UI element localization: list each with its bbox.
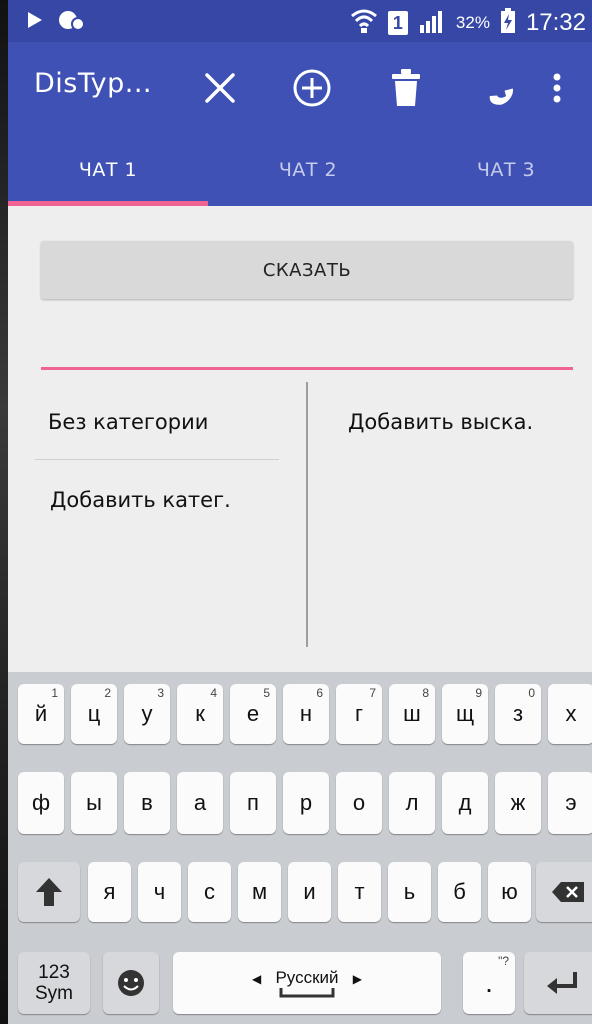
- key-д[interactable]: д: [442, 772, 488, 834]
- accent-divider: [41, 367, 573, 370]
- key-с[interactable]: с: [188, 862, 231, 922]
- tab-chat-1[interactable]: ЧАТ 1: [8, 134, 208, 206]
- key-ю[interactable]: ю: [488, 862, 531, 922]
- key-й[interactable]: й1: [18, 684, 64, 744]
- key-к[interactable]: к4: [177, 684, 223, 744]
- battery-charging-icon: [500, 8, 516, 38]
- key-ы[interactable]: ы: [71, 772, 117, 834]
- signal-icon: [418, 9, 446, 37]
- key-в[interactable]: в: [124, 772, 170, 834]
- trash-icon[interactable]: [382, 64, 430, 112]
- device-edge: [0, 0, 8, 1024]
- category-item[interactable]: Без категории: [48, 410, 208, 434]
- key-ц[interactable]: ц2: [71, 684, 117, 744]
- space-bar[interactable]: ◀ Русский ▶: [173, 952, 441, 1014]
- key-щ[interactable]: щ9: [442, 684, 488, 744]
- language-label: Русский: [275, 968, 339, 987]
- key-ш[interactable]: ш8: [389, 684, 435, 744]
- key-б[interactable]: б: [438, 862, 481, 922]
- key-и[interactable]: и: [288, 862, 331, 922]
- add-circle-icon[interactable]: [288, 64, 336, 112]
- emoji-key[interactable]: [103, 952, 159, 1014]
- key-л[interactable]: л: [389, 772, 435, 834]
- backspace-key[interactable]: [536, 862, 592, 922]
- key-э[interactable]: э: [548, 772, 592, 834]
- key-у[interactable]: у3: [124, 684, 170, 744]
- shift-key[interactable]: [18, 862, 80, 922]
- play-icon: [26, 10, 44, 34]
- key-ч[interactable]: ч: [138, 862, 181, 922]
- key-р[interactable]: р: [283, 772, 329, 834]
- key-х[interactable]: х: [548, 684, 592, 744]
- key-а[interactable]: а: [177, 772, 223, 834]
- add-category-item[interactable]: Добавить катег.: [50, 488, 231, 512]
- backspace-icon: [552, 882, 584, 902]
- key-г[interactable]: г7: [336, 684, 382, 744]
- tab-chat-2[interactable]: ЧАТ 2: [208, 134, 408, 206]
- app-title: DisTyp...: [34, 68, 153, 99]
- tab-bar: ЧАТ 1 ЧАТ 2 ЧАТ 3: [8, 134, 592, 206]
- key-ь[interactable]: ь: [388, 862, 431, 922]
- say-button[interactable]: СКАЗАТЬ: [41, 241, 573, 299]
- notification-icon: [58, 8, 85, 36]
- key-м[interactable]: м: [238, 862, 281, 922]
- app-bar: DisTyp...: [8, 42, 592, 134]
- column-divider: [306, 382, 308, 647]
- space-icon: [279, 988, 335, 998]
- emoji-icon: [118, 970, 144, 996]
- arrow-right-icon: ▶: [352, 972, 362, 986]
- key-з[interactable]: з0: [495, 684, 541, 744]
- wifi-icon: [350, 8, 378, 38]
- list-divider: [35, 459, 279, 460]
- sim-icon: 1: [387, 11, 408, 35]
- overflow-menu-icon[interactable]: [542, 64, 572, 112]
- tab-indicator: [8, 201, 208, 206]
- keyboard: й1ц2у3к4е5н6г7ш8щ9з0х фывапролджэ ячсмитьб…: [8, 672, 592, 1024]
- shift-icon: [36, 878, 62, 906]
- key-н[interactable]: н6: [283, 684, 329, 744]
- key-ж[interactable]: ж: [495, 772, 541, 834]
- key-я[interactable]: я: [88, 862, 131, 922]
- status-bar: 1 32% 17:32: [8, 0, 592, 42]
- key-т[interactable]: т: [338, 862, 381, 922]
- key-ф[interactable]: ф: [18, 772, 64, 834]
- key-о[interactable]: о: [336, 772, 382, 834]
- key-п[interactable]: п: [230, 772, 276, 834]
- battery-percent: 32%: [455, 13, 490, 32]
- phone-icon[interactable]: [474, 64, 522, 112]
- add-phrase-item[interactable]: Добавить выска.: [348, 410, 533, 434]
- key-е[interactable]: е5: [230, 684, 276, 744]
- app-screen: 1 32% 17:32 DisTyp... ЧАТ 1 ЧАТ 2 ЧАТ 3 …: [8, 0, 592, 1024]
- enter-key[interactable]: [524, 952, 592, 1014]
- tab-chat-3[interactable]: ЧАТ 3: [406, 134, 592, 206]
- period-key[interactable]: . "?: [463, 952, 515, 1014]
- enter-icon: [547, 972, 577, 994]
- symbols-key[interactable]: 123 Sym: [18, 952, 90, 1014]
- status-time: 17:32: [525, 9, 586, 36]
- close-icon[interactable]: [196, 64, 244, 112]
- arrow-left-icon: ◀: [252, 972, 262, 986]
